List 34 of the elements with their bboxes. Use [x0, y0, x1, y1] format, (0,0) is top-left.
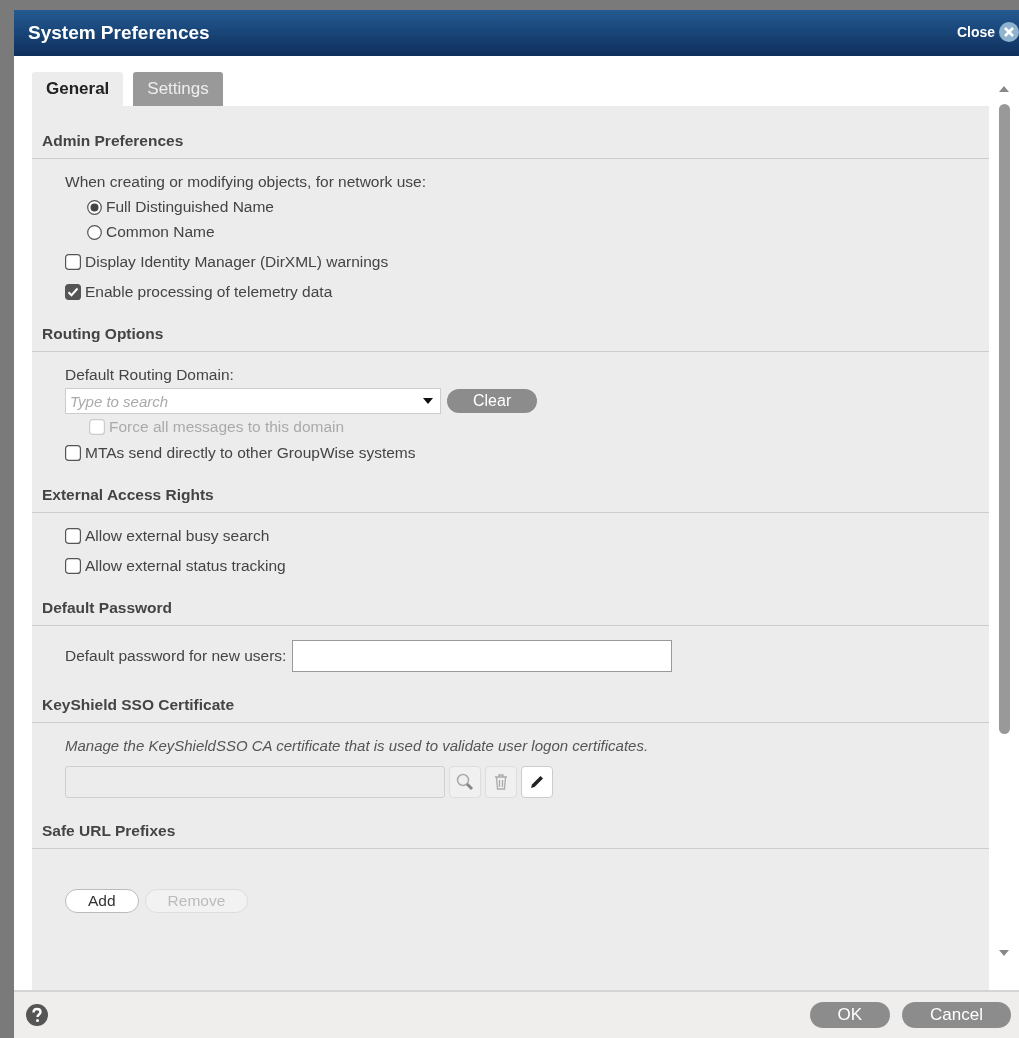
section-heading: Admin Preferences — [32, 126, 989, 159]
checkbox-option[interactable]: Display Identity Manager (DirXML) warnings — [65, 253, 389, 271]
section-heading: KeyShield SSO Certificate — [32, 690, 989, 723]
section-heading: Safe URL Prefixes — [32, 816, 989, 849]
password-field[interactable] — [292, 640, 673, 672]
tab[interactable]: General — [32, 72, 124, 106]
pencil-icon — [529, 774, 545, 790]
section-heading: External Access Rights — [32, 480, 989, 513]
radio-option[interactable]: Full Distinguished Name — [87, 198, 956, 216]
close-icon — [999, 22, 1019, 42]
edit-button[interactable] — [521, 766, 553, 798]
close-button[interactable]: Close — [956, 22, 1019, 42]
checkbox-option[interactable]: MTAs send directly to other GroupWise systems — [65, 444, 416, 462]
search-icon — [455, 772, 475, 792]
radio-group-label: When creating or modifying objects, for network use: — [65, 173, 427, 191]
radio-option[interactable]: Common Name — [87, 223, 956, 241]
checkbox-option[interactable]: Allow external busy search — [65, 527, 270, 545]
search-combo-field[interactable]: Type to search — [65, 388, 441, 414]
scroll-down-icon[interactable] — [999, 950, 1009, 956]
section-heading: Default Password — [32, 593, 989, 626]
scrollbar-thumb[interactable] — [998, 104, 1010, 734]
field-label: Default Routing Domain: — [65, 366, 235, 384]
field-label: Default password for new users: — [65, 647, 287, 665]
search-button[interactable] — [449, 766, 481, 798]
help-icon[interactable] — [26, 1004, 48, 1026]
description-text: Manage the KeyShieldSSO CA certificate that is used to validate user logon certificates. — [65, 737, 650, 754]
trash-icon — [494, 774, 508, 790]
checkbox-option[interactable]: Enable processing of telemetry data — [65, 283, 333, 301]
window-title: System Preferences — [28, 22, 210, 44]
scroll-up-icon[interactable] — [999, 86, 1009, 92]
checkbox-option[interactable]: Allow external status tracking — [65, 557, 286, 575]
section-heading: Routing Options — [32, 319, 989, 352]
list-button[interactable]: Add — [65, 889, 139, 913]
caret-icon[interactable] — [423, 398, 433, 404]
